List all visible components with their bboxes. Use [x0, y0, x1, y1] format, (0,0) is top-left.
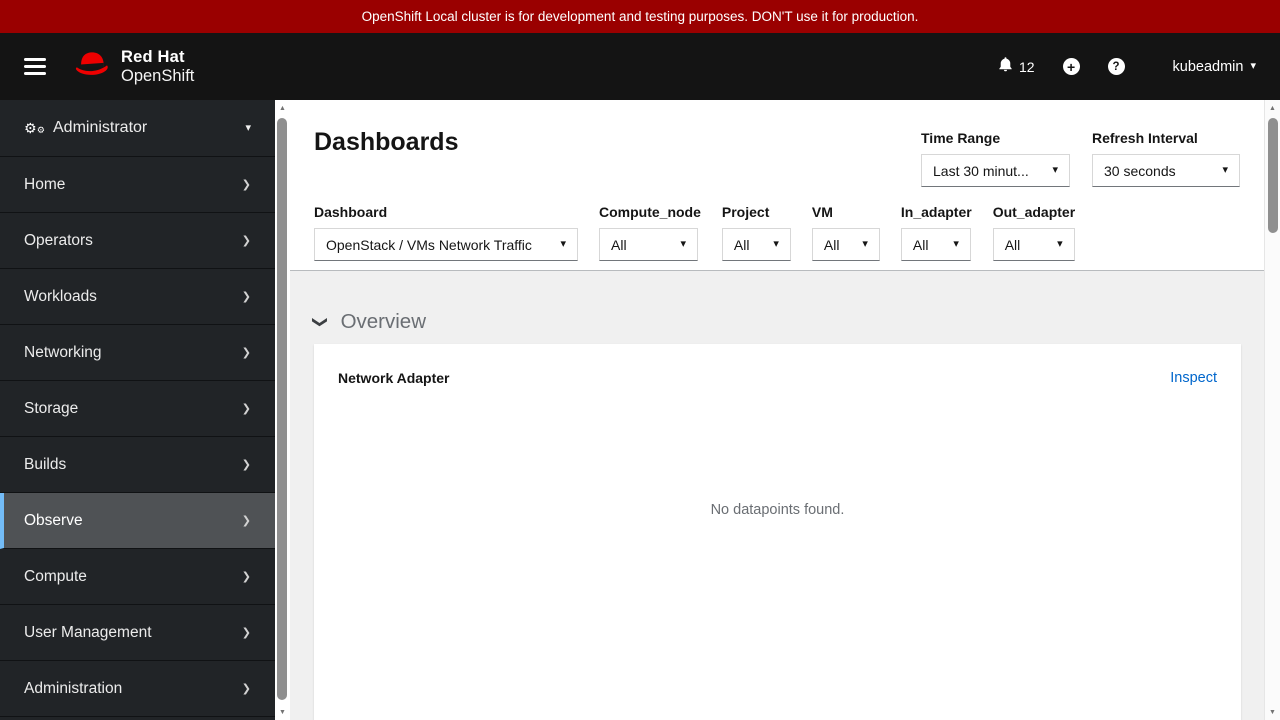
username: kubeadmin	[1172, 58, 1244, 75]
brand-text: Red Hat OpenShift	[121, 48, 194, 86]
refresh-interval-group: Refresh Interval 30 seconds ▾	[1092, 130, 1240, 187]
scroll-down-icon[interactable]: ▼	[1265, 709, 1280, 716]
sidebar-item-administration[interactable]: Administration ❯	[0, 661, 275, 717]
caret-down-icon: ▾	[1222, 164, 1228, 176]
vm-select[interactable]: All ▾	[811, 228, 880, 261]
chevron-right-icon: ❯	[241, 235, 251, 247]
banner-text: OpenShift Local cluster is for developme…	[361, 9, 919, 24]
chevron-right-icon: ❯	[241, 627, 251, 639]
dashboard-filters: Dashboard OpenStack / VMs Network Traffi…	[314, 204, 1075, 261]
sidebar-item-networking[interactable]: Networking ❯	[0, 325, 275, 381]
in-adapter-filter-group: In_adapter All ▾	[900, 204, 972, 261]
compute-node-filter-group: Compute_node All ▾	[599, 204, 701, 261]
caret-down-icon: ▾	[773, 238, 779, 250]
chevron-right-icon: ❯	[241, 179, 251, 191]
project-filter-group: Project All ▾	[721, 204, 791, 261]
brand-line2: OpenShift	[121, 66, 195, 85]
sidebar-item-home[interactable]: Home ❯	[0, 157, 275, 213]
out-adapter-select[interactable]: All ▾	[992, 228, 1075, 261]
sidebar-item-builds[interactable]: Builds ❯	[0, 437, 275, 493]
inspect-link[interactable]: Inspect	[1170, 370, 1217, 386]
time-controls: Time Range Last 30 minut... ▾ Refresh In…	[921, 130, 1240, 187]
question-circle-icon: ?	[1107, 58, 1125, 75]
refresh-interval-label: Refresh Interval	[1092, 130, 1198, 146]
panel-title: Network Adapter	[338, 370, 450, 386]
chevron-down-icon: ❯	[311, 315, 329, 329]
chevron-right-icon: ❯	[241, 347, 251, 359]
sidebar-item-operators[interactable]: Operators ❯	[0, 213, 275, 269]
page-title: Dashboards	[314, 128, 459, 156]
sidebar-scrollbar-thumb[interactable]	[277, 118, 287, 700]
time-range-group: Time Range Last 30 minut... ▾	[921, 130, 1070, 187]
import-button[interactable]: +	[1057, 52, 1086, 81]
panel-header: Network Adapter Inspect	[314, 344, 1241, 386]
out-adapter-filter-group: Out_adapter All ▾	[992, 204, 1075, 261]
main-scrollbar[interactable]: ▲ ▼	[1264, 100, 1280, 720]
scroll-up-icon[interactable]: ▲	[1265, 105, 1280, 112]
sidebar-scrollbar[interactable]: ▲ ▼	[275, 100, 290, 720]
cluster-warning-banner: OpenShift Local cluster is for developme…	[0, 0, 1280, 33]
time-range-select[interactable]: Last 30 minut... ▾	[921, 154, 1070, 187]
perspective-label: Administrator	[53, 119, 148, 136]
brand-line1: Red Hat	[121, 47, 185, 66]
notification-count: 12	[1018, 58, 1035, 75]
in-adapter-select[interactable]: All ▾	[900, 228, 971, 261]
chevron-right-icon: ❯	[241, 515, 251, 527]
caret-down-icon: ▾	[1250, 60, 1256, 72]
main-content: Dashboards Time Range Last 30 minut... ▾…	[290, 100, 1280, 720]
chevron-right-icon: ❯	[241, 403, 251, 415]
notifications-button[interactable]: 12	[992, 50, 1041, 83]
scroll-up-icon[interactable]: ▲	[275, 105, 290, 112]
caret-down-icon: ▾	[245, 121, 251, 134]
user-menu[interactable]: kubeadmin ▾	[1173, 59, 1256, 75]
sidebar-item-workloads[interactable]: Workloads ❯	[0, 269, 275, 325]
caret-down-icon: ▾	[1052, 164, 1058, 176]
chevron-right-icon: ❯	[241, 459, 251, 471]
empty-state-message: No datapoints found.	[710, 502, 845, 518]
plus-circle-icon: +	[1062, 58, 1080, 75]
masthead-toolbar: 12 + ? kubeadmin ▾	[992, 50, 1256, 83]
main-scrollbar-thumb[interactable]	[1268, 118, 1278, 233]
cogs-icon: ⚙ ⚙	[24, 120, 45, 136]
project-select[interactable]: All ▾	[721, 228, 791, 261]
perspective-switcher[interactable]: ⚙ ⚙ Administrator ▾	[0, 100, 275, 157]
app-body: ⚙ ⚙ Administrator ▾ Home ❯ Operators ❯ Wo…	[0, 100, 1280, 720]
caret-down-icon: ▾	[1057, 238, 1063, 250]
compute-node-select[interactable]: All ▾	[599, 228, 698, 261]
refresh-interval-select[interactable]: 30 seconds ▾	[1092, 154, 1240, 187]
chevron-right-icon: ❯	[241, 291, 251, 303]
chevron-right-icon: ❯	[241, 683, 251, 695]
dashboard-select-group: Dashboard OpenStack / VMs Network Traffi…	[314, 204, 578, 261]
sidebar-item-observe[interactable]: Observe ❯	[0, 493, 275, 549]
masthead: Red Hat OpenShift 12 + ? kubeadmin ▾	[0, 33, 1280, 100]
network-adapter-panel: Network Adapter Inspect No datapoints fo…	[314, 344, 1241, 720]
chevron-right-icon: ❯	[241, 571, 251, 583]
overview-section-toggle[interactable]: ❯ Overview	[311, 310, 1241, 334]
redhat-fedora-icon	[72, 49, 112, 85]
caret-down-icon: ▾	[862, 238, 868, 250]
caret-down-icon: ▾	[680, 238, 686, 250]
nav-toggle-icon[interactable]	[24, 58, 46, 75]
time-range-label: Time Range	[921, 130, 1001, 146]
dashboard-filter-panel: Dashboards Time Range Last 30 minut... ▾…	[290, 100, 1280, 271]
vm-filter-group: VM All ▾	[811, 204, 880, 261]
dashboard-select[interactable]: OpenStack / VMs Network Traffic ▾	[314, 228, 578, 261]
caret-down-icon: ▾	[953, 238, 959, 250]
section-title: Overview	[340, 310, 427, 333]
brand-logo: Red Hat OpenShift	[72, 48, 194, 86]
scroll-down-icon[interactable]: ▼	[275, 709, 290, 716]
caret-down-icon: ▾	[560, 238, 566, 250]
sidebar-item-compute[interactable]: Compute ❯	[0, 549, 275, 605]
sidebar-item-user-management[interactable]: User Management ❯	[0, 605, 275, 661]
dashboard-body: ❯ Overview Network Adapter Inspect No da…	[290, 310, 1280, 720]
bell-icon	[998, 56, 1013, 77]
sidebar-nav: ⚙ ⚙ Administrator ▾ Home ❯ Operators ❯ Wo…	[0, 100, 275, 720]
sidebar-item-storage[interactable]: Storage ❯	[0, 381, 275, 437]
help-button[interactable]: ?	[1102, 52, 1131, 81]
